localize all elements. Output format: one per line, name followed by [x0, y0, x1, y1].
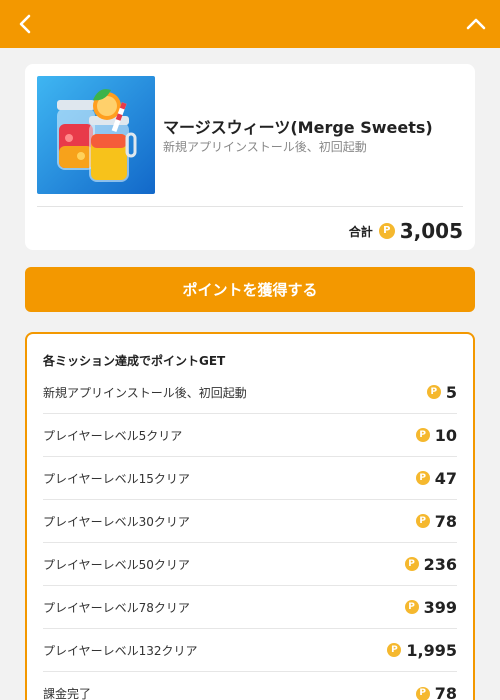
missions-header: 各ミッション達成でポイントGET — [43, 354, 226, 368]
mission-points-value: 47 — [434, 468, 457, 488]
divider — [37, 206, 463, 207]
total-label: 合計 — [348, 224, 373, 239]
mission-points: P 78 — [415, 511, 457, 531]
total-value: 3,005 — [399, 219, 463, 243]
app-card: マージスウィーツ(Merge Sweets) 新規アプリインストール後、初回起動… — [25, 64, 475, 250]
mission-name: プレイヤーレベル78クリア — [43, 600, 190, 615]
mission-row: プレイヤーレベル30クリア P 78 — [43, 500, 457, 543]
point-coin-icon: P — [415, 471, 430, 485]
collapse-button[interactable] — [464, 12, 488, 36]
mission-name: プレイヤーレベル15クリア — [43, 471, 190, 486]
get-points-button[interactable]: ポイントを獲得する — [25, 267, 475, 312]
chevron-up-icon — [466, 18, 486, 30]
mission-points: P 1,995 — [387, 641, 457, 660]
mission-row: 新規アプリインストール後、初回起動 P 5 — [43, 371, 457, 414]
app-title: マージスウィーツ(Merge Sweets) — [163, 118, 433, 137]
mission-points-value: 236 — [423, 554, 457, 574]
back-button[interactable] — [14, 12, 36, 36]
mission-points-value: 78 — [434, 511, 457, 531]
app-subtitle: 新規アプリインストール後、初回起動 — [163, 140, 367, 154]
mission-points: P 47 — [415, 468, 457, 488]
mission-row: プレイヤーレベル15クリア P 47 — [43, 457, 457, 500]
chevron-left-icon — [19, 14, 31, 34]
mission-row: プレイヤーレベル50クリア P 236 — [43, 543, 457, 586]
mission-row: プレイヤーレベル132クリア P 1,995 — [43, 629, 457, 672]
mission-name: プレイヤーレベル5クリア — [43, 428, 183, 443]
app-icon — [37, 76, 155, 194]
mission-points-value: 78 — [434, 684, 457, 700]
total-points: 合計 P 3,005 — [349, 216, 463, 246]
mission-points-value: 5 — [445, 382, 457, 402]
mission-row: プレイヤーレベル78クリア P 399 — [43, 586, 457, 629]
point-coin-icon: P — [415, 686, 430, 700]
point-coin-icon: P — [404, 600, 419, 614]
mission-name: プレイヤーレベル50クリア — [43, 557, 190, 572]
mission-row: 課金完了 P 78 — [43, 672, 457, 700]
mission-points: P 78 — [415, 684, 457, 700]
mission-points: P 5 — [426, 382, 457, 402]
mission-name: プレイヤーレベル30クリア — [43, 514, 190, 529]
mission-points: P 399 — [404, 597, 457, 617]
mission-points-value: 399 — [423, 597, 457, 617]
point-coin-icon: P — [415, 514, 430, 528]
top-bar — [0, 0, 500, 48]
missions-panel: 各ミッション達成でポイントGET 新規アプリインストール後、初回起動 P 5 プ… — [25, 332, 475, 700]
mission-row: プレイヤーレベル5クリア P 10 — [43, 414, 457, 457]
mission-name: プレイヤーレベル132クリア — [43, 643, 198, 658]
point-coin-icon: P — [426, 385, 441, 399]
point-coin-icon: P — [387, 643, 402, 657]
mission-name: 課金完了 — [43, 687, 92, 700]
mission-points-value: 1,995 — [406, 640, 457, 660]
point-coin-icon: P — [378, 223, 395, 239]
mission-name: 新規アプリインストール後、初回起動 — [43, 385, 247, 400]
mission-points: P 236 — [404, 554, 457, 574]
mission-points: P 10 — [415, 425, 457, 445]
mission-points-value: 10 — [434, 425, 457, 445]
point-coin-icon: P — [415, 428, 430, 442]
point-coin-icon: P — [404, 557, 419, 571]
